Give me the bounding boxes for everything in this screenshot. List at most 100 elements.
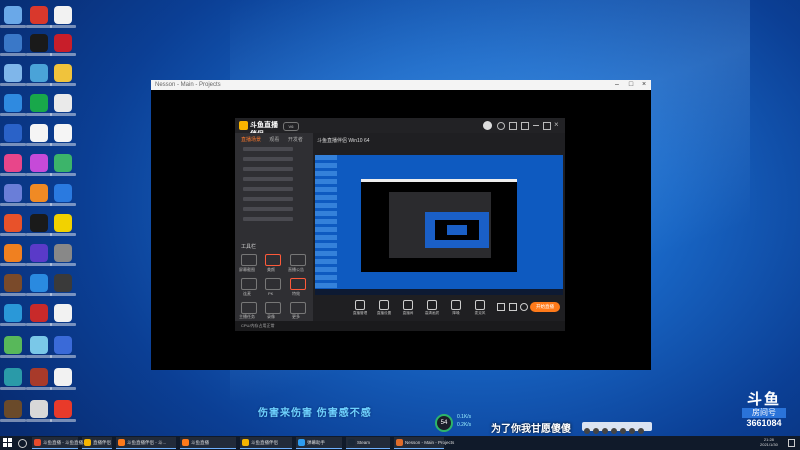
control-label: 直播间	[402, 311, 414, 315]
desktop-icon[interactable]	[50, 336, 76, 358]
minimize-icon[interactable]: –	[613, 81, 621, 89]
live-settings-button[interactable]: 直播设置	[373, 300, 395, 316]
windows-start-icon[interactable]	[3, 438, 13, 448]
taskbar-item[interactable]: 斗鱼直播 - 斗鱼直播...	[32, 437, 87, 449]
desktop-icon[interactable]	[0, 274, 26, 296]
desktop-icon[interactable]	[50, 368, 76, 390]
desktop-icon[interactable]	[0, 64, 26, 86]
desktop-icon[interactable]	[26, 336, 52, 358]
desktop-icon[interactable]	[0, 400, 26, 422]
scene-item[interactable]	[243, 207, 293, 211]
desktop-icon[interactable]	[50, 6, 76, 28]
desktop-icon[interactable]	[26, 6, 52, 28]
taskbar-item[interactable]: Nesson - Main - Projects	[394, 437, 454, 449]
taskbar-item[interactable]: 直播伴侣	[82, 437, 112, 449]
desktop-icon[interactable]	[26, 184, 52, 206]
tab-developer[interactable]: 开发者	[288, 137, 303, 143]
desktop-icon[interactable]	[0, 368, 26, 390]
microphone-button[interactable]: 麦克风	[469, 300, 491, 316]
taskbar-item[interactable]: Steam	[346, 437, 390, 449]
live-manage-button[interactable]: 直播管理	[349, 300, 371, 316]
camera-icon[interactable]	[509, 303, 517, 311]
maximize-icon[interactable]: □	[627, 81, 635, 89]
tool-tasks-button[interactable]	[241, 302, 257, 314]
desktop-icon[interactable]	[0, 94, 26, 116]
floating-tray[interactable]	[582, 422, 652, 434]
desktop-icon[interactable]	[0, 244, 26, 266]
desktop-icon[interactable]	[50, 274, 76, 296]
desktop-icon[interactable]	[26, 34, 52, 56]
minimize-icon[interactable]	[533, 125, 539, 126]
tool-label: 特效	[292, 291, 300, 296]
hd-quality-button[interactable]: 高清画质	[421, 300, 443, 316]
desktop-icon[interactable]	[50, 400, 76, 422]
speaker-icon[interactable]	[497, 303, 505, 311]
taskbar-item[interactable]: 斗鱼直播伴侣	[240, 437, 292, 449]
taskbar-item[interactable]: 弹幕助手	[296, 437, 342, 449]
gear-icon	[379, 300, 389, 310]
live-room-button[interactable]: 直播间	[397, 300, 419, 316]
skin-icon[interactable]	[509, 122, 517, 130]
desktop-icon[interactable]	[26, 244, 52, 266]
desktop-icon[interactable]	[0, 304, 26, 326]
desktop-icon[interactable]	[26, 304, 52, 326]
scene-item[interactable]	[243, 177, 293, 181]
desktop-icon[interactable]	[26, 400, 52, 422]
desktop-icon[interactable]	[0, 34, 26, 56]
desktop-icon[interactable]	[50, 214, 76, 236]
desktop-icon[interactable]	[50, 34, 76, 56]
desktop-icon[interactable]	[50, 94, 76, 116]
desktop-icon[interactable]	[0, 154, 26, 176]
desktop-icon[interactable]	[50, 154, 76, 176]
tool-more-button[interactable]	[290, 302, 306, 314]
desktop-icon[interactable]	[50, 124, 76, 146]
close-icon[interactable]: ×	[640, 81, 648, 89]
stream-preview[interactable]	[315, 155, 563, 295]
tool-beauty-button[interactable]	[265, 254, 281, 266]
tool-screenshot-button[interactable]	[241, 254, 257, 266]
desktop-icon[interactable]	[50, 184, 76, 206]
clock[interactable]: 21:28 2021/1/30	[760, 437, 778, 447]
avatar[interactable]	[483, 121, 492, 130]
tool-mic-link-button[interactable]	[241, 278, 257, 290]
tool-record-button[interactable]	[265, 302, 281, 314]
desktop-icon[interactable]	[26, 214, 52, 236]
desktop-icon[interactable]	[0, 6, 26, 28]
scene-item[interactable]	[243, 157, 293, 161]
desktop-icon[interactable]	[50, 244, 76, 266]
taskbar-item[interactable]: 斗鱼直播伴侣 - 斗...	[116, 437, 176, 449]
desktop-icon[interactable]	[26, 274, 52, 296]
tool-pk-button[interactable]	[265, 278, 281, 290]
capture-window-titlebar[interactable]: Nesson - Main - Projects – □ ×	[151, 80, 651, 90]
tab-watch[interactable]: 观看	[269, 137, 279, 143]
desktop-icon[interactable]	[26, 64, 52, 86]
desktop-icon[interactable]	[50, 64, 76, 86]
desktop-icon[interactable]	[0, 124, 26, 146]
desktop-icon[interactable]	[26, 124, 52, 146]
close-icon[interactable]: ×	[554, 120, 559, 130]
desktop-icon[interactable]	[26, 94, 52, 116]
scene-item[interactable]	[243, 147, 293, 151]
scene-item[interactable]	[243, 217, 293, 221]
notification-icon[interactable]	[788, 439, 795, 447]
desktop-icon[interactable]	[0, 184, 26, 206]
settings-icon[interactable]	[497, 122, 505, 130]
desktop-icon[interactable]	[26, 368, 52, 390]
scene-item[interactable]	[243, 187, 293, 191]
tool-effects-button[interactable]	[290, 278, 306, 290]
scene-item[interactable]	[243, 167, 293, 171]
menu-icon[interactable]	[521, 122, 529, 130]
search-icon[interactable]	[18, 439, 27, 448]
gear-icon[interactable]	[520, 303, 528, 311]
tool-notice-button[interactable]	[290, 254, 306, 266]
maximize-icon[interactable]	[543, 122, 551, 130]
taskbar-item[interactable]: 斗鱼直播	[180, 437, 236, 449]
tab-scenes[interactable]: 直播场景	[241, 137, 261, 143]
start-live-button[interactable]: 开始直播	[530, 302, 560, 312]
desktop-icon[interactable]	[50, 304, 76, 326]
noise-reduction-button[interactable]: 降噪	[445, 300, 467, 316]
scene-item[interactable]	[243, 197, 293, 201]
desktop-icon[interactable]	[0, 336, 26, 358]
desktop-icon[interactable]	[26, 154, 52, 176]
desktop-icon[interactable]	[0, 214, 26, 236]
